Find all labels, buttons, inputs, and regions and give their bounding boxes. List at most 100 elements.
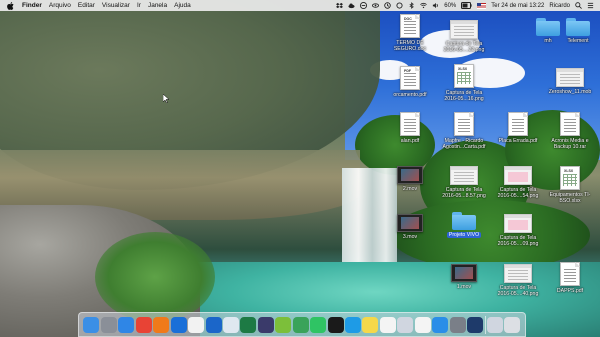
excel-icon[interactable] — [240, 316, 257, 333]
battery-percent[interactable]: 60% — [444, 3, 456, 9]
outlook-icon[interactable] — [205, 316, 222, 333]
wifi-icon[interactable] — [420, 2, 428, 9]
desktop-icon-mov3[interactable]: 3.mov — [380, 214, 440, 240]
icon-label: alan.pdf — [400, 138, 420, 144]
battery-icon[interactable] — [461, 2, 472, 9]
record-icon[interactable] — [292, 316, 309, 333]
desktop-icon-mov2[interactable]: 2.mov — [380, 166, 440, 192]
mouse-cursor-icon — [162, 90, 170, 104]
quicktime-icon[interactable] — [467, 316, 484, 333]
folder-icon — [452, 212, 476, 230]
menu-janela[interactable]: Janela — [148, 2, 167, 9]
desktop-icon-doc2[interactable]: PDF orcamento.pdf — [380, 66, 440, 98]
icon-label: Captura de Tela 2016-05...8.57.png — [442, 187, 486, 199]
menu-arquivo[interactable]: Arquivo — [49, 2, 71, 9]
icon-label: Telement — [567, 38, 589, 44]
pdf-document-icon — [400, 112, 420, 136]
menu-editar[interactable]: Editar — [78, 2, 95, 9]
appstore-icon[interactable] — [432, 316, 449, 333]
spotify-icon[interactable] — [327, 316, 344, 333]
desktop-icon-captura2[interactable]: Captura de Tela 2016-05...8.57.png — [434, 166, 494, 199]
dropbox-icon[interactable] — [336, 2, 344, 9]
desktop-icon-alan[interactable]: alan.pdf — [380, 112, 440, 144]
globe-icon[interactable] — [257, 316, 274, 333]
desktop-icon-mapfre[interactable]: Mapfre - Ricardo Agostin...Carta.pdf — [434, 112, 494, 150]
icon-label: TERMO DE SEGURO.doc — [393, 40, 427, 52]
skype-icon[interactable] — [345, 316, 361, 333]
apple-menu-icon[interactable] — [6, 1, 14, 10]
screenshot-file-icon — [504, 264, 532, 283]
firefox-icon[interactable] — [153, 316, 170, 333]
icon-label: Captura de Tela 2016-05....09.png — [497, 235, 539, 247]
whatsapp-icon[interactable] — [310, 316, 327, 333]
desktop-icon-dapps[interactable]: DAPPS.pdf — [540, 262, 600, 294]
input-flag-icon[interactable] — [477, 2, 487, 9]
finder-icon[interactable] — [83, 316, 100, 333]
icon-label: DAPPS.pdf — [556, 288, 584, 294]
word-document-icon: DOC — [400, 14, 420, 38]
desktop-icon-placa[interactable]: Placa Errada.pdf — [488, 112, 548, 144]
sync-icon[interactable] — [396, 2, 403, 9]
desktop-icon-acronis[interactable]: Acronis Media e Backup 10.rar — [540, 112, 600, 150]
download-icon[interactable] — [486, 316, 503, 333]
volume-icon[interactable] — [432, 2, 439, 9]
icon-label: 3.mov — [402, 234, 418, 240]
menu-ajuda[interactable]: Ajuda — [174, 2, 191, 9]
clock-text[interactable]: Ter 24 de mai 13:22 — [491, 3, 544, 9]
notes-icon[interactable] — [379, 316, 396, 333]
menu-ir[interactable]: Ir — [137, 2, 141, 9]
teamviewer-icon[interactable] — [170, 316, 187, 333]
teamviewer-icon[interactable] — [360, 2, 368, 9]
desktop-icon-telement[interactable]: Telement — [548, 18, 600, 44]
movie-file-icon — [397, 166, 423, 184]
menu-bar: Finder Arquivo Editar Visualizar Ir Jane… — [0, 0, 600, 11]
screenshot-file-icon — [504, 166, 532, 185]
icon-label: 2.mov — [402, 186, 418, 192]
icon-label: Captura de Tela 2016-05....54.png — [497, 187, 539, 199]
desktop-icon-captura4[interactable]: Captura de Tela 2016-05....09.png — [488, 214, 548, 247]
user-name[interactable]: Ricardo — [549, 3, 570, 9]
menu-finder[interactable]: Finder — [22, 2, 42, 9]
icon-label: Captura de Tela 2016-05...16.png — [444, 90, 484, 102]
pdf-document-icon — [508, 112, 528, 136]
photos-icon[interactable] — [414, 316, 431, 333]
spreadsheet-icon: XLSX — [560, 166, 580, 190]
safari-icon[interactable] — [118, 316, 135, 333]
cloud-icon[interactable] — [348, 2, 355, 9]
trash-icon[interactable] — [504, 316, 521, 333]
desktop-icon-equip[interactable]: XLSX Equipamentos TI- BSO.xlsx — [540, 166, 600, 204]
desktop-icon-mov1[interactable]: 1.mov — [434, 264, 494, 290]
spreadsheet-icon: XLSX — [454, 64, 474, 88]
desktop-icon-captura3[interactable]: Captura de Tela 2016-05....54.png — [488, 166, 548, 199]
menu-extras: 60% Ter 24 de mai 13:22 Ricardo — [336, 2, 600, 9]
time-machine-icon[interactable] — [384, 2, 391, 9]
screenshot-file-icon — [450, 20, 478, 39]
icon-label: 1.mov — [456, 284, 472, 290]
chrome-icon[interactable] — [135, 316, 152, 333]
icon-label: Projeto VIVO — [446, 232, 482, 238]
desktop-icon-sheet1[interactable]: XLSX Captura de Tela 2016-05...16.png — [434, 64, 494, 102]
clip-icon[interactable] — [397, 316, 414, 333]
pdf-document-icon: PDF — [400, 66, 420, 90]
preview-icon[interactable] — [222, 316, 239, 333]
desktop-icon-projeto[interactable]: Projeto VIVO — [434, 212, 494, 238]
eye-icon[interactable] — [372, 2, 380, 9]
desktop-icon-zeroshow[interactable]: Zeroshow_11.mob — [540, 68, 600, 95]
android-icon[interactable] — [275, 316, 292, 333]
stickies-icon[interactable] — [362, 316, 379, 333]
desktop-icon-termo[interactable]: DOC TERMO DE SEGURO.doc — [380, 14, 440, 52]
launchpad-icon[interactable] — [100, 316, 117, 333]
notification-center-icon[interactable] — [587, 2, 594, 9]
bluetooth-icon[interactable] — [408, 2, 415, 9]
menu-visualizar[interactable]: Visualizar — [102, 2, 130, 9]
search-icon[interactable] — [575, 2, 582, 9]
icon-label: Captura de Tela 2016-05....40.png — [497, 285, 539, 297]
desktop-icon-captura1[interactable]: Captura de Tela 2016-05....22.png — [434, 20, 494, 53]
pdf-document-icon — [454, 112, 474, 136]
desktop-icon-captura5[interactable]: Captura de Tela 2016-05....40.png — [488, 264, 548, 297]
icon-label: Captura de Tela 2016-05....22.png — [443, 41, 485, 53]
gear-icon[interactable] — [449, 316, 466, 333]
cloud-icon[interactable] — [188, 316, 205, 333]
movie-file-icon — [451, 264, 477, 282]
icon-label: Zeroshow_11.mob — [548, 89, 592, 95]
